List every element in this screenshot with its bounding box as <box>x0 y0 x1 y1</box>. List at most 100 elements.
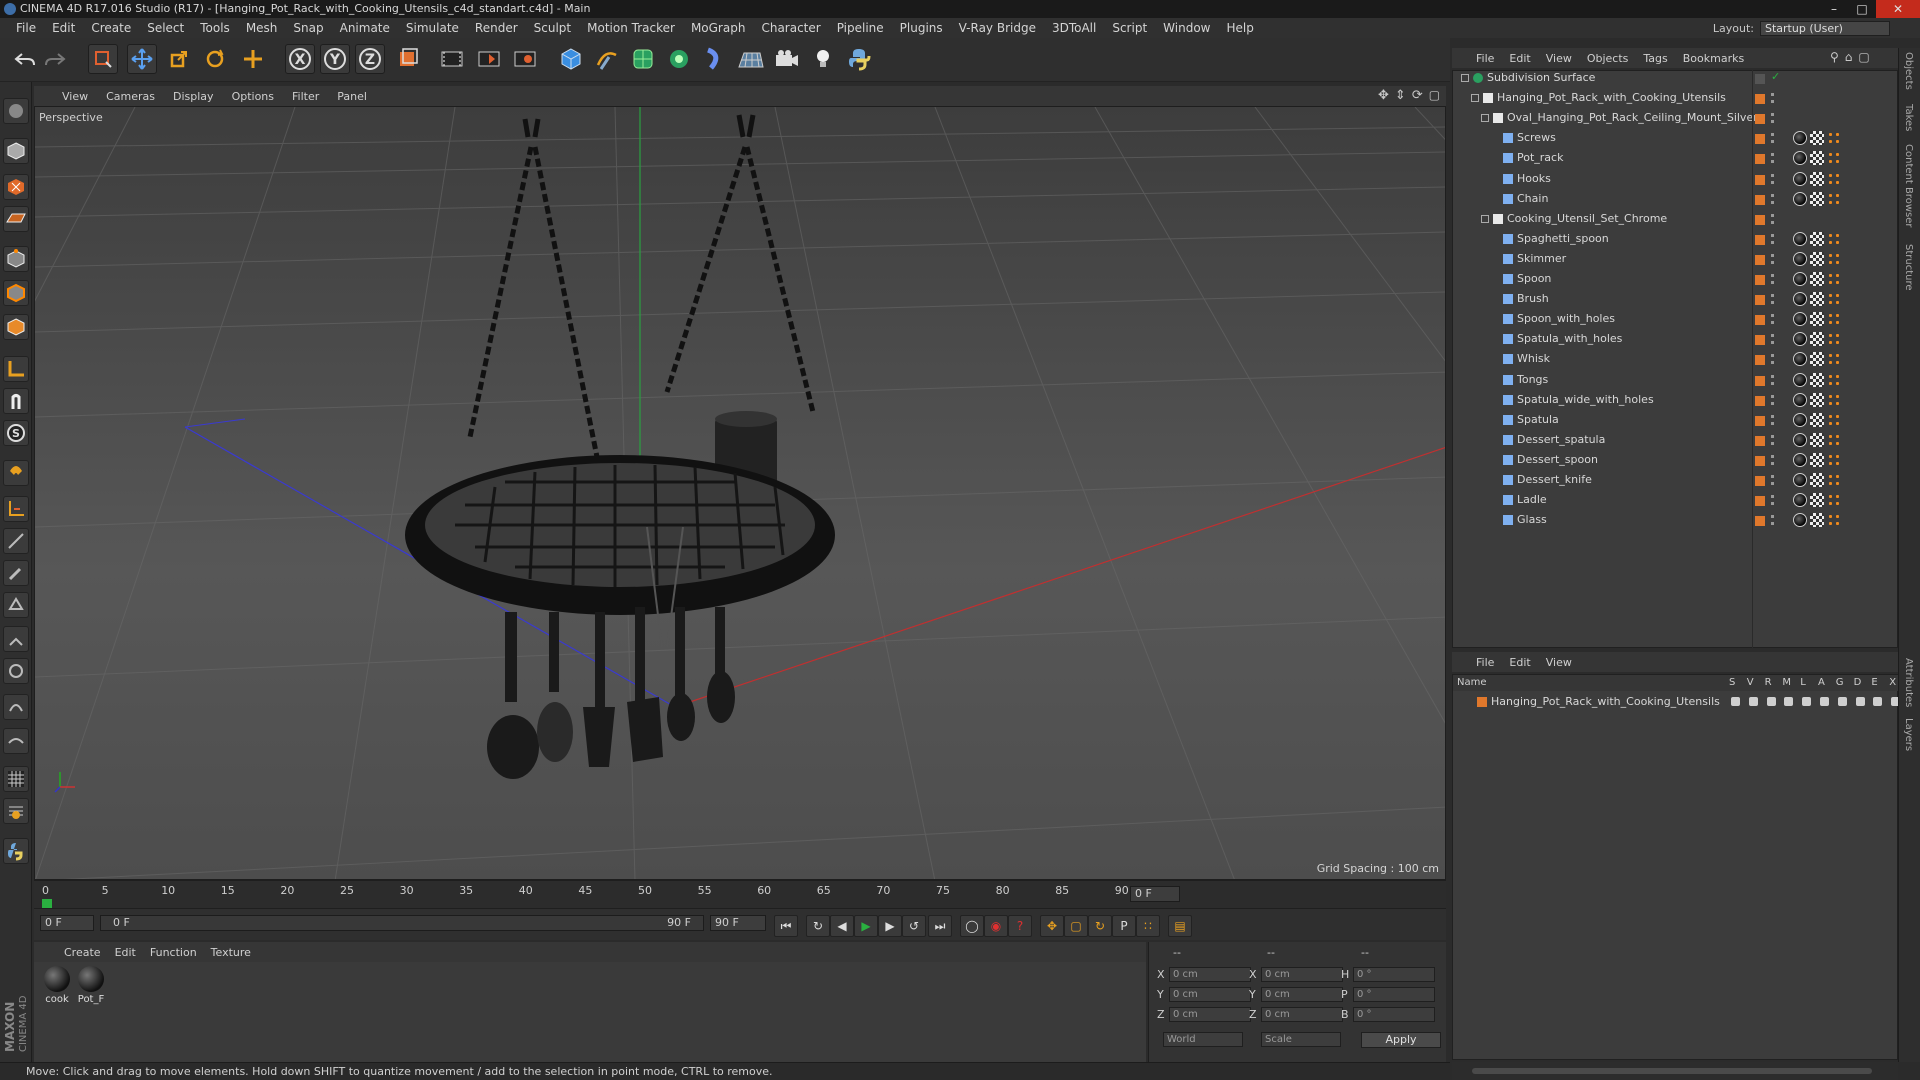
side-tab-content-browser[interactable]: Content Browser <box>1903 144 1914 227</box>
layer-color-swatch[interactable] <box>1755 194 1765 205</box>
menu-mograph[interactable]: MoGraph <box>683 21 754 35</box>
expand-toggle-icon[interactable] <box>1471 94 1479 103</box>
rotate-tool-icon[interactable] <box>200 44 230 74</box>
key-scale-icon[interactable]: ▢ <box>1064 915 1088 937</box>
menu-plugins[interactable]: Plugins <box>892 21 951 35</box>
menu-animate[interactable]: Animate <box>332 21 398 35</box>
selection-tag-icon[interactable] <box>1827 251 1841 266</box>
object-menu-objects[interactable]: Objects <box>1587 52 1629 65</box>
texture-tag-icon[interactable] <box>1810 352 1824 367</box>
side-tab-attributes[interactable]: Attributes <box>1903 658 1914 707</box>
layer-menu-view[interactable]: View <box>1546 656 1572 669</box>
object-menu-bookmarks[interactable]: Bookmarks <box>1683 52 1744 65</box>
timeline-ruler[interactable]: 0 5 10 15 20 25 30 35 40 45 50 55 60 65 70 75 80 85 90 0 F <box>34 880 1446 909</box>
layer-flag-icon[interactable] <box>1784 697 1794 706</box>
layer-color-swatch[interactable] <box>1477 697 1487 707</box>
redo-icon[interactable] <box>40 44 70 74</box>
texture-tag-icon[interactable] <box>1810 251 1824 266</box>
visibility-toggle-icon[interactable] <box>1771 454 1775 465</box>
menu-character[interactable]: Character <box>753 21 828 35</box>
layer-color-swatch[interactable] <box>1755 335 1765 346</box>
selection-tag-icon[interactable] <box>1827 191 1841 206</box>
pan-view-icon[interactable]: ✥ <box>1378 88 1389 103</box>
material-tag-icon[interactable] <box>1793 131 1807 146</box>
polygons-mode-icon[interactable] <box>3 314 29 340</box>
texture-tag-icon[interactable] <box>1810 171 1824 186</box>
menu-motion-tracker[interactable]: Motion Tracker <box>579 21 683 35</box>
move-tool-icon[interactable] <box>127 44 157 74</box>
object-row[interactable]: Glass <box>1453 510 1899 530</box>
material-tag-icon[interactable] <box>1793 372 1807 387</box>
object-row[interactable]: Hooks <box>1453 169 1899 189</box>
viewport-menu-view[interactable]: View <box>62 90 88 103</box>
object-row[interactable]: Hanging_Pot_Rack_with_Cooking_Utensils <box>1453 88 1899 108</box>
menu-select[interactable]: Select <box>139 21 192 35</box>
viewport-menu-filter[interactable]: Filter <box>292 90 319 103</box>
object-row[interactable]: Whisk <box>1453 349 1899 369</box>
layer-color-swatch[interactable] <box>1755 455 1765 466</box>
maximize-view-icon[interactable]: ▢ <box>1429 88 1440 103</box>
search-icon[interactable]: ⚲ <box>1830 50 1839 64</box>
menu-edit[interactable]: Edit <box>44 21 83 35</box>
object-menu-tags[interactable]: Tags <box>1643 52 1667 65</box>
menu-simulate[interactable]: Simulate <box>398 21 467 35</box>
layer-color-swatch[interactable] <box>1755 114 1765 125</box>
menu-help[interactable]: Help <box>1218 21 1261 35</box>
coord-value-field[interactable]: 0 cm <box>1169 967 1251 982</box>
workplane-mode-icon[interactable] <box>3 206 29 232</box>
visibility-toggle-icon[interactable] <box>1771 374 1775 385</box>
go-to-end-icon[interactable]: ⏭ <box>928 915 952 937</box>
object-row[interactable]: Screws <box>1453 128 1899 148</box>
make-editable-icon[interactable] <box>3 98 29 124</box>
object-row[interactable]: Spatula <box>1453 410 1899 430</box>
layer-color-swatch[interactable] <box>1755 435 1765 446</box>
coordinate-space-dropdown[interactable]: World <box>1163 1032 1243 1047</box>
menu-v-ray-bridge[interactable]: V-Ray Bridge <box>951 21 1044 35</box>
new-view-icon[interactable]: ▢ <box>1858 50 1869 64</box>
visibility-toggle-icon[interactable] <box>1771 394 1775 405</box>
menu-window[interactable]: Window <box>1155 21 1218 35</box>
material-tag-icon[interactable] <box>1793 251 1807 266</box>
scale-tool-icon[interactable] <box>164 44 194 74</box>
checkmark-icon[interactable]: ✓ <box>1771 67 1783 83</box>
texture-tag-icon[interactable] <box>1810 332 1824 347</box>
visibility-toggle-icon[interactable] <box>1771 495 1775 506</box>
autokey-icon[interactable]: ? <box>1008 915 1032 937</box>
menu-create[interactable]: Create <box>83 21 139 35</box>
render-settings-icon[interactable] <box>510 44 540 74</box>
side-tab-objects[interactable]: Objects <box>1903 52 1914 90</box>
y-axis-lock-button[interactable]: Y <box>320 44 350 74</box>
layer-flag-icon[interactable] <box>1873 697 1883 706</box>
z-axis-lock-button[interactable]: Z <box>355 44 385 74</box>
key-rotation-icon[interactable]: ↻ <box>1088 915 1112 937</box>
coord-value-field[interactable]: 0 cm <box>1261 1007 1343 1022</box>
visibility-toggle-icon[interactable] <box>1771 414 1775 425</box>
coordinate-mode-dropdown[interactable]: Scale <box>1261 1032 1341 1047</box>
layer-color-swatch[interactable] <box>1755 476 1765 486</box>
horizontal-scrollbar[interactable] <box>1452 1062 1898 1080</box>
layer-color-swatch[interactable] <box>1755 395 1765 406</box>
texture-tag-icon[interactable] <box>1810 452 1824 467</box>
object-row[interactable]: Brush <box>1453 289 1899 309</box>
edges-mode-icon[interactable] <box>3 280 29 306</box>
menu-snap[interactable]: Snap <box>285 21 331 35</box>
layer-flag-icon[interactable] <box>1748 697 1758 706</box>
workplane-icon[interactable] <box>3 496 29 522</box>
3d-viewport[interactable]: Perspective Grid Spacing: 100 cm <box>34 106 1446 880</box>
visibility-toggle-icon[interactable] <box>1771 253 1775 264</box>
layer-color-swatch[interactable] <box>1755 94 1765 105</box>
layer-color-swatch[interactable] <box>1755 174 1765 185</box>
cloner-icon[interactable] <box>664 44 694 74</box>
material-menu-create[interactable]: Create <box>64 946 101 959</box>
spline-pen-icon[interactable] <box>592 44 622 74</box>
menu-pipeline[interactable]: Pipeline <box>829 21 892 35</box>
visibility-toggle-icon[interactable] <box>1771 334 1775 345</box>
record-keys-icon[interactable]: ◉ <box>984 915 1008 937</box>
coordinate-system-icon[interactable] <box>392 44 422 74</box>
knife-tool-icon[interactable] <box>3 528 29 554</box>
layer-color-swatch[interactable] <box>1755 234 1765 245</box>
texture-tag-icon[interactable] <box>1810 292 1824 307</box>
material-tag-icon[interactable] <box>1793 151 1807 166</box>
object-row[interactable]: Spoon <box>1453 269 1899 289</box>
live-selection-icon[interactable] <box>88 44 118 74</box>
